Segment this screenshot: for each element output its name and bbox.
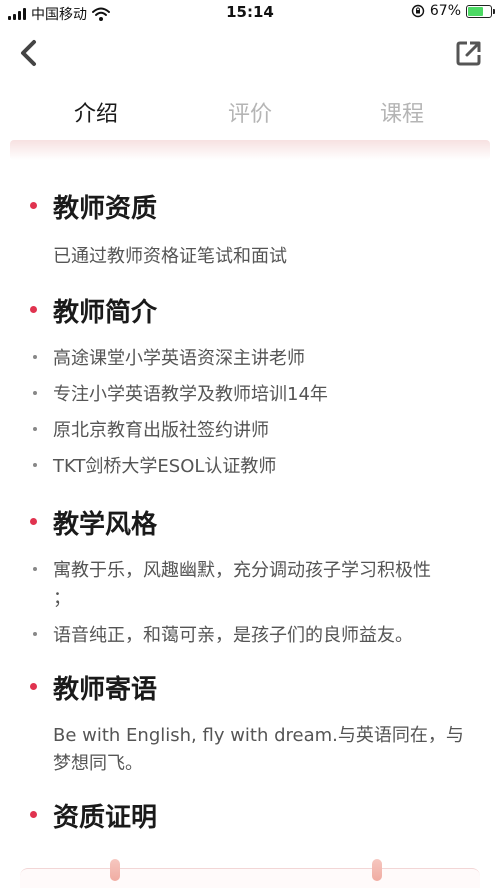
- share-icon[interactable]: [454, 38, 484, 68]
- bullet-dot: [33, 632, 37, 636]
- status-bar: 中国移动 15:14 67%: [0, 0, 500, 26]
- bullet-dot: [33, 463, 37, 467]
- section-title: 教师资质: [53, 194, 158, 224]
- back-arrow-icon[interactable]: [14, 36, 44, 70]
- message-line-2: 梦想同飞。: [53, 753, 143, 774]
- intro-item: 原北京教育出版社签约讲师: [53, 420, 269, 441]
- section-dot: [30, 518, 37, 525]
- card-ribbon: [110, 859, 120, 881]
- message-line-1: Be with English, fly with dream.与英语同在，与: [53, 725, 464, 746]
- intro-item: 专注小学英语教学及教师培训14年: [53, 384, 328, 405]
- section-dot: [30, 683, 37, 690]
- intro-item: TKT剑桥大学ESOL认证教师: [53, 456, 277, 477]
- style-item: 语音纯正，和蔼可亲，是孩子们的良师益友。: [53, 625, 413, 646]
- orientation-lock-icon: [411, 4, 425, 18]
- bullet-dot: [33, 427, 37, 431]
- qualification-text: 已通过教师资格证笔试和面试: [53, 246, 287, 267]
- battery-percent: 67%: [429, 3, 461, 19]
- tab-intro[interactable]: 介绍: [74, 96, 118, 128]
- section-title: 教学风格: [53, 510, 158, 540]
- battery-fill: [468, 6, 483, 16]
- section-title: 资质证明: [53, 803, 158, 833]
- section-title: 教师寄语: [53, 675, 158, 705]
- section-dot: [30, 202, 37, 209]
- bullet-dot: [33, 355, 37, 359]
- tab-reviews[interactable]: 评价: [228, 96, 272, 128]
- section-dot: [30, 306, 37, 313]
- style-item: 寓教于乐，风趣幽默，充分调动孩子学习积极性: [53, 560, 431, 581]
- bullet-dot: [33, 567, 37, 571]
- tab-bar: 介绍 评价 课程: [0, 96, 500, 132]
- certificate-card[interactable]: [20, 859, 480, 888]
- intro-item: 高途课堂小学英语资深主讲老师: [53, 348, 305, 369]
- section-title: 教师简介: [53, 298, 158, 328]
- card-ribbon: [372, 859, 382, 881]
- bullet-dot: [33, 391, 37, 395]
- section-dot: [30, 811, 37, 818]
- tab-bar-shadow: [10, 140, 490, 160]
- battery-icon: [466, 4, 495, 18]
- style-item-continuation: ；: [53, 588, 71, 609]
- status-right: 67%: [411, 3, 495, 19]
- tab-courses[interactable]: 课程: [380, 96, 424, 128]
